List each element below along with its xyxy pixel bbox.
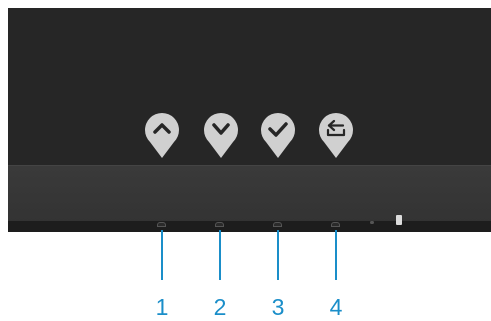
callout-line-2 — [219, 230, 221, 280]
monitor-screen — [8, 8, 491, 165]
hardware-button-1[interactable] — [157, 222, 166, 227]
power-area — [370, 214, 414, 226]
hardware-button-4[interactable] — [331, 222, 340, 227]
callout-number-1: 1 — [155, 294, 169, 320]
monitor-bezel — [8, 165, 491, 222]
callout-number-2: 2 — [213, 294, 227, 320]
monitor-bottom-edge — [8, 221, 491, 232]
down-button[interactable] — [200, 109, 242, 159]
back-button[interactable] — [315, 109, 357, 159]
callout-line-4 — [335, 230, 337, 280]
callout-number-4: 4 — [329, 294, 343, 320]
power-button[interactable] — [396, 215, 402, 225]
up-button[interactable] — [141, 109, 183, 159]
callout-line-1 — [161, 230, 163, 280]
hardware-button-3[interactable] — [273, 222, 282, 227]
monitor — [8, 8, 491, 232]
power-led — [370, 221, 374, 224]
callout-number-3: 3 — [271, 294, 285, 320]
confirm-button[interactable] — [257, 109, 299, 159]
hardware-button-2[interactable] — [215, 222, 224, 227]
callout-line-3 — [277, 230, 279, 280]
